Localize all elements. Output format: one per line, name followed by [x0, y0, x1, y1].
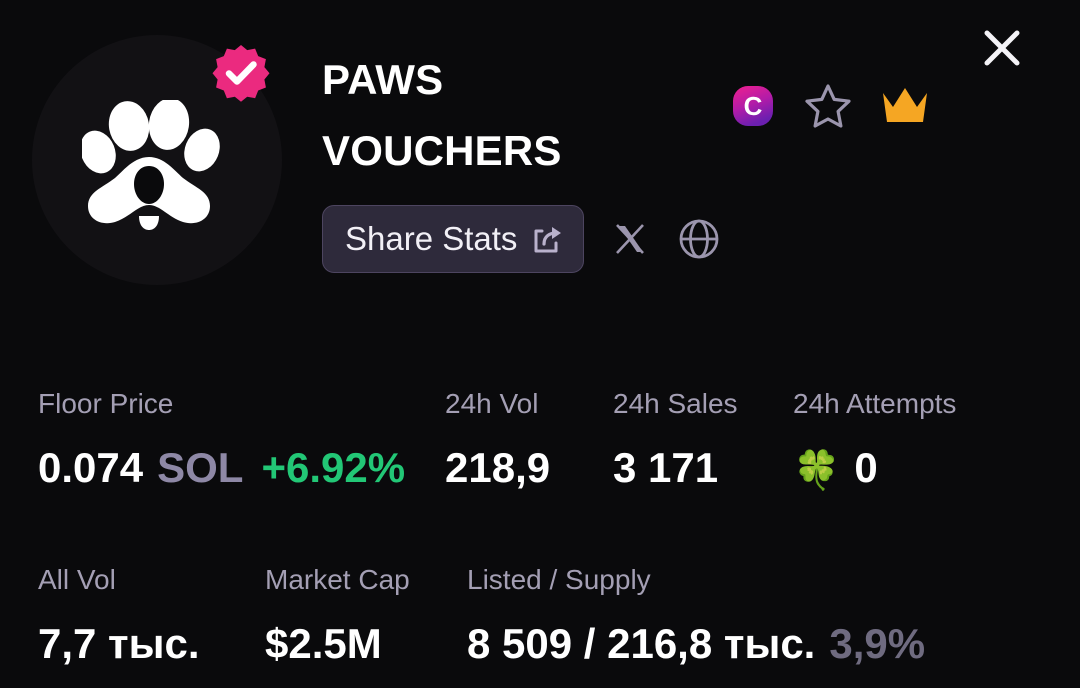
four-leaf-clover-icon: 🍀	[793, 450, 841, 492]
stat-value-listed-supply: 8 509 / 216,8 тыс. 3,9%	[467, 620, 925, 668]
x-twitter-icon	[616, 224, 645, 254]
share-arrow-icon	[534, 227, 562, 253]
paw-print-logo	[82, 100, 220, 230]
favorite-star-icon[interactable]	[804, 82, 852, 130]
x-twitter-link[interactable]	[610, 219, 650, 259]
stat-value-24h-vol: 218,9	[445, 444, 551, 491]
magiceden-c-badge[interactable]: C	[730, 83, 776, 129]
collection-title-line2: VOUCHERS	[322, 126, 562, 174]
stat-value-24h-attempts: 🍀 0	[793, 444, 878, 492]
stat-label-listed-supply: Listed / Supply	[467, 564, 651, 595]
stat-label-24h-sales: 24h Sales	[613, 388, 738, 419]
stat-value-24h-sales: 3 171	[613, 444, 719, 491]
stat-label-market-cap: Market Cap	[265, 564, 410, 595]
listed-supply-percent: 3,9%	[829, 620, 926, 667]
website-link[interactable]	[676, 216, 722, 262]
collection-title-line1: PAWS	[322, 56, 444, 103]
share-stats-label: Share Stats	[345, 219, 518, 257]
stat-label-all-vol: All Vol	[38, 564, 116, 595]
close-button[interactable]	[972, 18, 1032, 78]
svg-text:C: C	[744, 91, 763, 121]
verified-check-badge	[210, 43, 272, 105]
globe-icon	[680, 219, 719, 259]
listed-supply-amount: 8 509 / 216,8 тыс.	[467, 620, 816, 667]
badge-row: C	[730, 82, 930, 130]
stat-value-all-vol: 7,7 тыс.	[38, 620, 200, 667]
collection-title: PAWS VOUCHERS	[322, 45, 742, 186]
stat-label-24h-vol: 24h Vol	[445, 388, 539, 419]
floor-price-unit: SOL	[157, 444, 244, 491]
stat-value-floor-price: 0.074 SOL +6.92%	[38, 444, 405, 492]
crown-badge-icon[interactable]	[880, 85, 930, 127]
stat-label-floor-price: Floor Price	[38, 388, 174, 419]
share-row: Share Stats	[322, 205, 722, 273]
floor-price-amount: 0.074	[38, 444, 144, 491]
stat-value-market-cap: $2.5M	[265, 620, 382, 667]
24h-attempts-amount: 0	[854, 444, 878, 491]
stat-label-24h-attempts: 24h Attempts	[793, 388, 957, 419]
share-stats-button[interactable]: Share Stats	[322, 205, 585, 273]
floor-price-change: +6.92%	[261, 444, 406, 491]
collection-avatar[interactable]	[32, 35, 282, 285]
close-icon	[984, 30, 1020, 66]
collection-stats-panel: PAWS VOUCHERS C Share Stats Floor Price …	[0, 0, 1080, 688]
